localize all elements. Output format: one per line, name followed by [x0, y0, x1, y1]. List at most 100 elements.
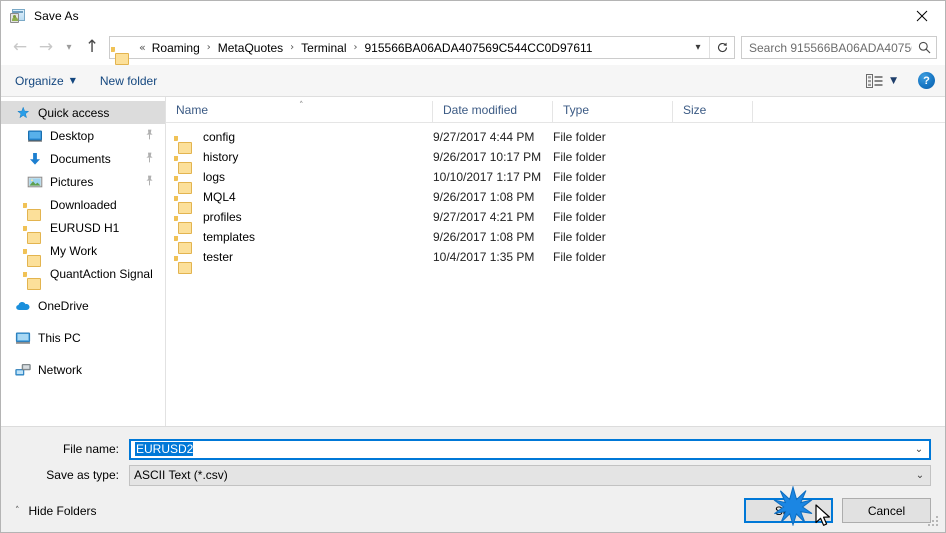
sidebar-item-eurusd-h1[interactable]: EURUSD H1 [1, 216, 165, 244]
sidebar-item-pictures[interactable]: Pictures [1, 170, 165, 193]
file-name-cell: config [166, 130, 433, 154]
file-date-cell: 10/10/2017 1:17 PM [433, 170, 542, 184]
chevron-down-icon[interactable]: ⌄ [910, 470, 930, 481]
organize-button[interactable]: Organize ▼ [15, 74, 76, 88]
file-name: logs [203, 170, 226, 184]
file-name: templates [203, 230, 256, 244]
breadcrumb-item-1[interactable]: MetaQuotes [216, 41, 285, 55]
file-name: history [203, 150, 239, 164]
forward-button[interactable]: → [33, 35, 59, 61]
chevron-up-icon: ˄ [15, 505, 20, 516]
sidebar-item-documents[interactable]: Documents [1, 147, 165, 170]
sidebar-item-label: QuantAction Signal [50, 266, 153, 281]
pin-icon[interactable] [145, 175, 154, 189]
cancel-button[interactable]: Cancel [842, 498, 931, 523]
breadcrumb-overflow[interactable]: « [135, 41, 150, 54]
file-date-cell: 9/26/2017 1:08 PM [433, 230, 535, 244]
table-row[interactable]: config 9/27/2017 4:44 PM File folder [166, 127, 945, 154]
hide-folders-button[interactable]: ˄ Hide Folders [15, 504, 97, 518]
resize-grip[interactable] [928, 516, 940, 528]
new-folder-label: New folder [99, 73, 158, 88]
table-row[interactable]: profiles 9/27/2017 4:21 PM File folder [166, 207, 945, 234]
file-name-value[interactable]: EURUSD2 [131, 442, 909, 456]
navigation-bar: ← → ▾ ↑ « Roaming › MetaQuotes › Termina… [1, 30, 945, 65]
save-button[interactable]: Save [744, 498, 833, 523]
breadcrumb-separator[interactable]: › [349, 42, 363, 53]
folder-icon [174, 210, 194, 234]
pin-icon[interactable] [145, 129, 154, 143]
column-header-label: Type [563, 102, 590, 117]
breadcrumb: « Roaming › MetaQuotes › Terminal › 9155… [135, 41, 687, 55]
new-folder-button[interactable]: New folder [100, 74, 157, 88]
file-name: config [203, 130, 236, 144]
dialog-footer: ˄ Hide Folders Save Cancel [1, 489, 945, 532]
title-bar: Save As [1, 1, 945, 30]
folder-icon [23, 197, 43, 221]
sidebar-item-onedrive[interactable]: OneDrive [1, 294, 165, 317]
file-rows: config 9/27/2017 4:44 PM File folder his… [166, 123, 945, 426]
breadcrumb-item-3[interactable]: 915566BA06ADA407569C544CC0D97611 [363, 41, 595, 55]
file-name-cell: templates [166, 230, 433, 254]
sidebar-item-label: Pictures [50, 174, 94, 189]
address-bar[interactable]: « Roaming › MetaQuotes › Terminal › 9155… [109, 36, 735, 65]
table-row[interactable]: MQL4 9/26/2017 1:08 PM File folder [166, 187, 945, 214]
cancel-button-label: Cancel [867, 503, 906, 518]
sidebar-item-label: Network [38, 362, 83, 377]
column-header-name[interactable]: ˄ Name [166, 101, 433, 122]
file-type-cell: File folder [553, 190, 606, 204]
refresh-button[interactable] [710, 41, 734, 54]
breadcrumb-separator[interactable]: › [202, 42, 216, 53]
change-view-button[interactable]: ▼ [866, 73, 897, 88]
save-as-type-select[interactable]: ASCII Text (*.csv) ⌄ [129, 464, 931, 486]
chevron-down-icon: ▾ [66, 41, 72, 53]
column-header-date-modified[interactable]: Date modified [433, 101, 553, 122]
save-as-icon [10, 8, 26, 24]
window-title: Save As [34, 8, 79, 23]
chevron-down-icon[interactable]: ⌄ [909, 444, 929, 455]
file-name-input[interactable]: EURUSD2 ⌄ [129, 438, 931, 460]
table-row[interactable]: logs 10/10/2017 1:17 PM File folder [166, 167, 945, 194]
search-input[interactable]: Search 915566BA06ADA40756... [742, 41, 912, 55]
table-row[interactable]: templates 9/26/2017 1:08 PM File folder [166, 227, 945, 254]
file-name-cell: profiles [166, 210, 433, 234]
sidebar-item-my-work[interactable]: My Work [1, 239, 165, 267]
column-header-type[interactable]: Type [553, 101, 673, 122]
network-icon [15, 362, 31, 378]
search-box[interactable]: Search 915566BA06ADA40756... [741, 36, 937, 59]
sidebar-item-this-pc[interactable]: This PC [1, 326, 165, 349]
hide-folders-label: Hide Folders [28, 503, 97, 518]
view-layout-icon [866, 73, 883, 88]
help-button[interactable]: ? [918, 72, 935, 89]
breadcrumb-separator[interactable]: › [285, 42, 299, 53]
file-date-cell: 10/4/2017 1:35 PM [433, 250, 535, 264]
sidebar-item-downloaded[interactable]: Downloaded [1, 193, 165, 221]
back-button[interactable]: ← [7, 35, 33, 61]
organize-label: Organize [15, 73, 64, 88]
folder-icon [174, 170, 194, 194]
folder-icon [174, 250, 194, 274]
this-pc-icon [15, 330, 31, 346]
breadcrumb-item-2[interactable]: Terminal [299, 41, 348, 55]
recent-locations-button[interactable]: ▾ [59, 35, 79, 61]
sidebar-item-label: Downloaded [50, 197, 117, 212]
pin-icon[interactable] [145, 152, 154, 166]
sidebar-item-desktop[interactable]: Desktop [1, 124, 165, 147]
breadcrumb-item-0[interactable]: Roaming [150, 41, 202, 55]
column-header-label: Name [176, 102, 209, 117]
onedrive-icon [15, 298, 31, 314]
table-row[interactable]: tester 10/4/2017 1:35 PM File folder [166, 247, 945, 274]
sidebar-item-network[interactable]: Network [1, 358, 165, 381]
close-button[interactable] [899, 1, 945, 30]
table-row[interactable]: history 9/26/2017 10:17 PM File folder [166, 147, 945, 174]
save-as-dialog: Save As ← → ▾ ↑ « Roaming › MetaQuotes ›… [0, 0, 946, 533]
up-button[interactable]: ↑ [79, 35, 105, 61]
column-header-label: Date modified [443, 102, 518, 117]
sidebar-item-quantaction-signal[interactable]: QuantAction Signal [1, 262, 165, 290]
command-toolbar: Organize ▼ New folder ▼ ? [1, 65, 945, 97]
file-name-label: File name: [62, 442, 119, 456]
column-header-size[interactable]: Size [673, 101, 753, 122]
sidebar-item-quick-access[interactable]: Quick access [1, 101, 165, 124]
address-dropdown-button[interactable]: ▾ [687, 42, 709, 53]
pictures-icon [27, 174, 43, 190]
